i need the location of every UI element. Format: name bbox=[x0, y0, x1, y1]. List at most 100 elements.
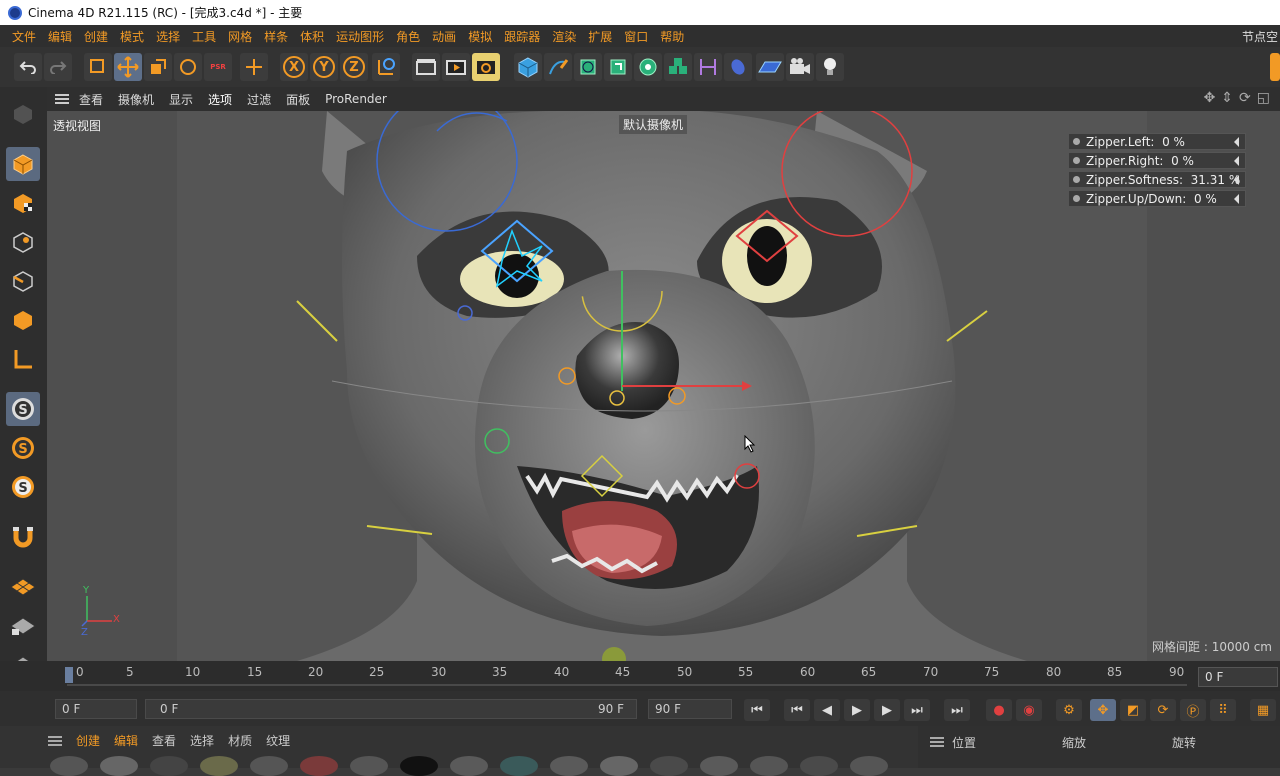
next-key-icon[interactable]: ⏭ bbox=[904, 699, 930, 721]
z-axis-lock-button[interactable]: Z bbox=[340, 53, 368, 81]
material-swatch[interactable] bbox=[550, 756, 588, 776]
undo-icon[interactable] bbox=[14, 53, 42, 81]
locked-workplane-icon[interactable] bbox=[6, 609, 40, 643]
last-tool-icon[interactable] bbox=[240, 53, 268, 81]
viewport-menu-prorender[interactable]: ProRender bbox=[325, 92, 387, 106]
slider-zipper-right[interactable]: Zipper.Right: 0 % bbox=[1068, 152, 1246, 169]
psr-tool-icon[interactable]: PSR bbox=[204, 53, 232, 81]
scale-tool-icon[interactable] bbox=[144, 53, 172, 81]
snap-magnet-icon[interactable] bbox=[6, 520, 40, 554]
material-swatch[interactable] bbox=[50, 756, 88, 776]
material-swatch[interactable] bbox=[500, 756, 538, 776]
record-active-icon[interactable]: ● bbox=[986, 699, 1012, 721]
polygons-mode-icon[interactable] bbox=[6, 303, 40, 337]
material-menu-icon[interactable] bbox=[48, 734, 62, 748]
subdivision-surface-icon[interactable] bbox=[574, 53, 602, 81]
material-menu-texture[interactable]: 纹理 bbox=[266, 732, 290, 749]
y-axis-lock-button[interactable]: Y bbox=[310, 53, 338, 81]
material-swatch[interactable] bbox=[650, 756, 688, 776]
camera-label[interactable]: 默认摄像机 bbox=[619, 115, 688, 134]
material-swatch[interactable] bbox=[600, 756, 638, 776]
previous-frame-icon[interactable]: ◀ bbox=[814, 699, 840, 721]
floor-object-icon[interactable] bbox=[756, 53, 784, 81]
node-space-label[interactable]: 节点空 bbox=[1242, 28, 1278, 45]
timeline-ruler[interactable]: 0 5 10 15 20 25 30 35 40 45 50 55 60 65 … bbox=[47, 661, 1280, 691]
material-menu-edit[interactable]: 编辑 bbox=[114, 732, 138, 749]
slider-zipper-updown[interactable]: Zipper.Up/Down: 0 % bbox=[1068, 190, 1246, 207]
pen-spline-icon[interactable] bbox=[544, 53, 572, 81]
viewport-menu-display[interactable]: 显示 bbox=[169, 91, 193, 108]
material-swatch[interactable] bbox=[700, 756, 738, 776]
timeline-window-icon[interactable]: ▦ bbox=[1250, 699, 1276, 721]
dolly-view-icon[interactable]: ⇕ bbox=[1221, 90, 1233, 106]
coordinates-menu-icon[interactable] bbox=[930, 736, 944, 750]
position-key-icon[interactable]: ✥ bbox=[1090, 699, 1116, 721]
make-editable-icon[interactable] bbox=[6, 97, 40, 131]
menu-edit[interactable]: 编辑 bbox=[48, 28, 72, 45]
workplane-icon[interactable] bbox=[6, 570, 40, 604]
material-menu-create[interactable]: 创建 bbox=[76, 732, 100, 749]
slider-arrow-icon[interactable] bbox=[1234, 194, 1239, 204]
slider-zipper-softness[interactable]: Zipper.Softness: 31.31 % bbox=[1068, 171, 1246, 188]
scale-key-icon[interactable]: ◩ bbox=[1120, 699, 1146, 721]
go-to-start-icon[interactable]: ⏮ bbox=[744, 699, 770, 721]
pla-key-icon[interactable]: ⠿ bbox=[1210, 699, 1236, 721]
slider-arrow-icon[interactable] bbox=[1234, 156, 1239, 166]
render-picture-viewer-icon[interactable] bbox=[442, 53, 470, 81]
material-swatch[interactable] bbox=[150, 756, 188, 776]
material-menu-view[interactable]: 查看 bbox=[152, 732, 176, 749]
material-swatch[interactable] bbox=[200, 756, 238, 776]
slider-arrow-icon[interactable] bbox=[1234, 175, 1239, 185]
menu-spline[interactable]: 样条 bbox=[264, 28, 288, 45]
menu-character[interactable]: 角色 bbox=[396, 28, 420, 45]
toolbar-overflow-icon[interactable] bbox=[1270, 53, 1280, 81]
camera-object-icon[interactable] bbox=[786, 53, 814, 81]
material-swatch[interactable] bbox=[800, 756, 838, 776]
menu-animate[interactable]: 动画 bbox=[432, 28, 456, 45]
move-tool-icon[interactable] bbox=[114, 53, 142, 81]
previous-key-icon[interactable]: ⏮ bbox=[784, 699, 810, 721]
parameter-key-icon[interactable]: Ⓟ bbox=[1180, 699, 1206, 721]
material-swatch[interactable] bbox=[450, 756, 488, 776]
coordinate-system-icon[interactable] bbox=[372, 53, 400, 81]
menu-tracker[interactable]: 跟踪器 bbox=[504, 28, 540, 45]
menu-mode[interactable]: 模式 bbox=[120, 28, 144, 45]
solo-hierarchy-icon[interactable]: S bbox=[6, 470, 40, 504]
end-frame-field[interactable]: 90 F bbox=[648, 699, 732, 719]
pan-view-icon[interactable]: ✥ bbox=[1204, 90, 1216, 106]
slider-zipper-left[interactable]: Zipper.Left: 0 % bbox=[1068, 133, 1246, 150]
menu-simulate[interactable]: 模拟 bbox=[468, 28, 492, 45]
material-swatch[interactable] bbox=[250, 756, 288, 776]
viewport-menu-cameras[interactable]: 摄像机 bbox=[118, 91, 154, 108]
live-selection-icon[interactable] bbox=[84, 53, 112, 81]
viewport-menu-view[interactable]: 查看 bbox=[79, 91, 103, 108]
material-swatch[interactable] bbox=[300, 756, 338, 776]
extrude-icon[interactable] bbox=[604, 53, 632, 81]
menu-mograph[interactable]: 运动图形 bbox=[336, 28, 384, 45]
material-swatch[interactable] bbox=[750, 756, 788, 776]
material-menu-material[interactable]: 材质 bbox=[228, 732, 252, 749]
play-icon[interactable]: ▶ bbox=[844, 699, 870, 721]
material-swatch[interactable] bbox=[350, 756, 388, 776]
menu-volume[interactable]: 体积 bbox=[300, 28, 324, 45]
render-view-icon[interactable] bbox=[412, 53, 440, 81]
mograph-cubes-icon[interactable] bbox=[664, 53, 692, 81]
solo-mode-icon[interactable]: S bbox=[6, 392, 40, 426]
x-axis-lock-button[interactable]: X bbox=[280, 53, 308, 81]
menu-extensions[interactable]: 扩展 bbox=[588, 28, 612, 45]
render-settings-icon[interactable] bbox=[472, 53, 500, 81]
menu-help[interactable]: 帮助 bbox=[660, 28, 684, 45]
current-frame-field[interactable]: 0 F bbox=[1198, 667, 1278, 687]
go-to-end-icon[interactable]: ⏭ bbox=[944, 699, 970, 721]
material-menu-select[interactable]: 选择 bbox=[190, 732, 214, 749]
viewport-menu-icon[interactable] bbox=[55, 92, 69, 106]
material-swatch[interactable] bbox=[850, 756, 888, 776]
menu-mesh[interactable]: 网格 bbox=[228, 28, 252, 45]
model-mode-icon[interactable] bbox=[6, 147, 40, 181]
autokey-icon[interactable]: ◉ bbox=[1016, 699, 1042, 721]
viewport-menu-filter[interactable]: 过滤 bbox=[247, 91, 271, 108]
rotate-view-icon[interactable]: ⟳ bbox=[1239, 90, 1251, 106]
cloner-icon[interactable] bbox=[634, 53, 662, 81]
menu-create[interactable]: 创建 bbox=[84, 28, 108, 45]
cube-object-icon[interactable] bbox=[514, 53, 542, 81]
